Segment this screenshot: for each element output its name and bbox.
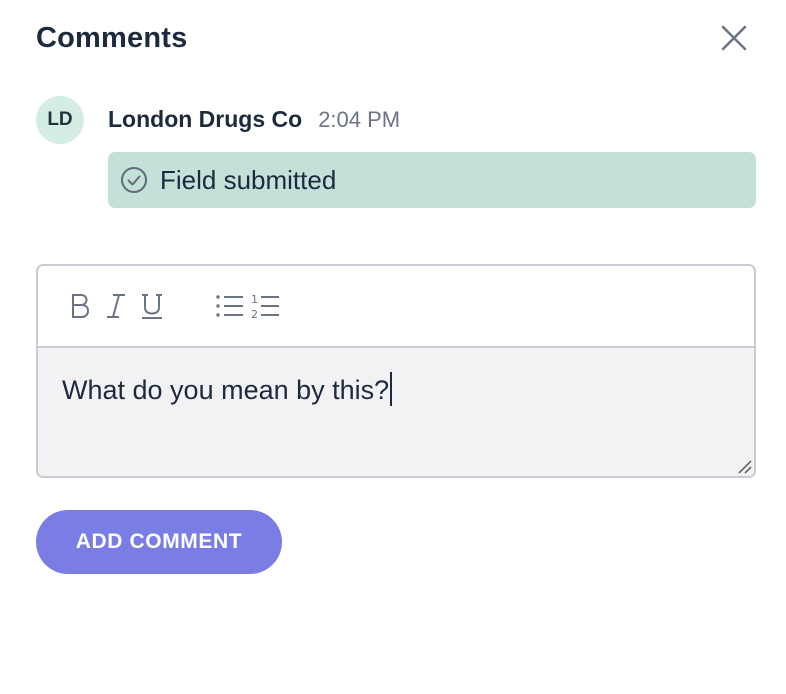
svg-text:2: 2 — [251, 308, 258, 320]
bold-button[interactable] — [62, 288, 98, 324]
editor-toolbar: 1 2 — [38, 266, 754, 348]
add-comment-button[interactable]: ADD COMMENT — [36, 510, 282, 574]
bold-icon — [72, 294, 90, 318]
underline-icon — [142, 294, 162, 319]
avatar: LD — [36, 96, 84, 144]
status-badge: Field submitted — [108, 152, 756, 208]
resize-handle-icon[interactable] — [736, 458, 752, 474]
comment-author: London Drugs Co — [108, 106, 303, 132]
italic-icon — [107, 294, 125, 318]
close-button[interactable] — [716, 20, 752, 56]
comment-textarea[interactable]: What do you mean by this? — [38, 348, 754, 476]
svg-text:1: 1 — [251, 293, 258, 306]
comments-panel: Comments LD London Drugs Co 2:04 PM Fiel… — [0, 0, 786, 694]
status-text: Field submitted — [160, 164, 337, 195]
text-caret — [390, 372, 393, 406]
bullet-list-icon — [216, 295, 243, 317]
comment-text: What do you mean by this? — [62, 375, 390, 405]
panel-title: Comments — [36, 22, 188, 54]
italic-button[interactable] — [98, 288, 134, 324]
bullet-list-button[interactable] — [212, 288, 248, 324]
close-icon — [721, 25, 747, 51]
comment-meta: London Drugs Co 2:04 PM — [108, 106, 400, 133]
underline-button[interactable] — [134, 288, 170, 324]
comment-time: 2:04 PM — [318, 107, 401, 132]
numbered-list-icon: 1 2 — [251, 293, 279, 320]
check-circle-icon — [121, 167, 147, 193]
numbered-list-button[interactable]: 1 2 — [248, 288, 284, 324]
comment-editor: 1 2 What do you mean by this? — [36, 264, 756, 478]
